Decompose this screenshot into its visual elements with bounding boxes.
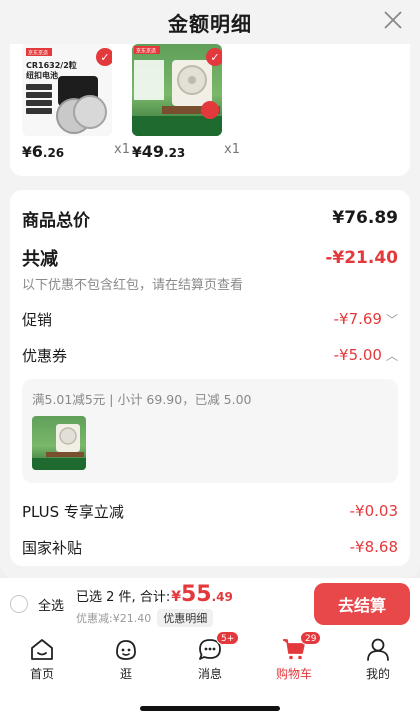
home-indicator [0,684,420,720]
product-quantity: x1 [114,142,130,157]
subsidy-value: -¥8.68 [349,538,398,556]
coupon-description: 满5.01减5元 | 小计 69.90，已减 5.00 [32,392,252,407]
promo-label: 促销 [22,310,53,329]
total-reduce-label: 共减 [22,249,58,270]
summary-card: 商品总价 ¥76.89 共减 -¥21.40 以下优惠不包含红包，请在结算页查看… [10,190,410,566]
close-icon[interactable] [382,9,404,31]
price-currency: ¥ [132,145,142,161]
total-price-label: 商品总价 [22,210,90,231]
promo-row[interactable]: 促销 -¥7.69 ﹀ [22,301,398,337]
svg-text:CR1632/2粒: CR1632/2粒 [26,60,77,70]
price-currency: ¥ [22,145,32,161]
tab-label: 首页 [29,667,54,681]
price-integer: 6 [31,142,43,161]
tab-me[interactable]: 我的 [336,630,420,684]
selected-count: 已选 2 件, 合计: [76,589,171,605]
plus-discount-value: -¥0.03 [349,502,398,520]
product-item[interactable]: 京东京造 CR1632/2粒 纽扣电池 ✓ ¥ 6 .26 x1 [22,44,130,176]
tab-label: 逛 [119,667,132,681]
home-indicator-bar [140,706,280,711]
checkout-button[interactable]: 去结算 [314,583,410,625]
tab-label: 我的 [365,667,390,681]
amount-detail-sheet: 金额明细 京东京造 CR1632/2粒 纽扣电池 ✓ ¥ 6 .26 x1 京东… [0,0,420,578]
total-reduce-row: 共减 -¥21.40 [22,246,398,270]
product-quantity: x1 [224,142,240,157]
sheet-header: 金额明细 [0,0,420,44]
checkout-bar: 全选 已选 2 件, 合计: ¥ 55 .49 优惠减:¥21.40 优惠明细 … [0,578,420,630]
tab-browse[interactable]: 逛 [84,630,168,684]
subsidy-label: 国家补贴 [22,538,83,557]
home-icon [31,639,53,660]
total-currency: ¥ [171,588,181,605]
product-item[interactable]: 京东京造 ✓ ¥ 49 .23 x1 [132,44,240,176]
product-price: ¥ 49 .23 x1 [132,142,322,161]
select-all-radio[interactable] [10,595,28,613]
coupon-detail-box: 满5.01减5元 | 小计 69.90，已减 5.00 [22,379,398,483]
total-price-row: 商品总价 ¥76.89 [22,190,398,246]
total-line: 已选 2 件, 合计: ¥ 55 .49 [76,582,233,607]
discount-detail-button[interactable]: 优惠明细 [157,608,214,627]
coupon-label: 优惠券 [22,346,68,365]
message-badge: 5+ [216,631,240,645]
selected-check-icon: ✓ [206,48,222,66]
total-summary: 已选 2 件, 合计: ¥ 55 .49 优惠减:¥21.40 优惠明细 [76,582,233,627]
total-integer: 55 [180,581,212,607]
price-decimal: .26 [42,146,65,160]
sheet-title: 金额明细 [168,11,252,36]
svg-text:京东京造: 京东京造 [136,48,156,55]
chevron-up-icon: ︿ [385,349,398,363]
plus-discount-label: PLUS 专享立减 [22,502,124,521]
total-reduce-value: -¥21.40 [325,248,398,268]
cart-badge: 29 [300,631,322,645]
face-icon [116,640,136,660]
promo-value: -¥7.69 ﹀ [333,310,398,328]
coupon-product-image [32,416,86,470]
svg-text:纽扣电池: 纽扣电池 [26,70,58,80]
tab-label: 消息 [197,667,222,681]
discount-amount: 优惠减:¥21.40 [76,611,152,625]
user-icon [367,638,389,661]
select-all-label[interactable]: 全选 [38,595,64,614]
product-image: 京东京造 ✓ [132,44,222,136]
plus-discount-row: PLUS 专享立减 -¥0.03 [22,493,398,529]
tab-messages[interactable]: 5+ 消息 [168,630,252,684]
price-decimal: .23 [164,146,186,160]
total-decimal: .49 [211,589,233,604]
discount-line: 优惠减:¥21.40 优惠明细 [76,608,233,627]
selected-check-icon: ✓ [96,48,112,66]
tab-home[interactable]: 首页 [0,630,84,684]
svg-text:京东京造: 京东京造 [28,50,48,57]
coupon-value: -¥5.00 ︿ [333,346,398,364]
subsidy-row: 国家补贴 -¥8.68 [22,529,398,565]
tab-label: 购物车 [275,667,312,681]
price-integer: 49 [141,142,165,161]
chevron-down-icon: ﹀ [385,313,398,327]
tab-cart[interactable]: 29 购物车 [252,630,336,684]
product-image: 京东京造 CR1632/2粒 纽扣电池 ✓ [22,44,112,136]
discount-note: 以下优惠不包含红包，请在结算页查看 [22,278,244,293]
products-card: 京东京造 CR1632/2粒 纽扣电池 ✓ ¥ 6 .26 x1 京东京造 ✓ … [10,44,410,176]
coupon-row[interactable]: 优惠券 -¥5.00 ︿ [22,337,398,373]
bottom-tab-bar: 首页 逛 5+ 消息 29 购物车 我的 [0,630,420,684]
total-price-value: ¥76.89 [332,208,398,228]
